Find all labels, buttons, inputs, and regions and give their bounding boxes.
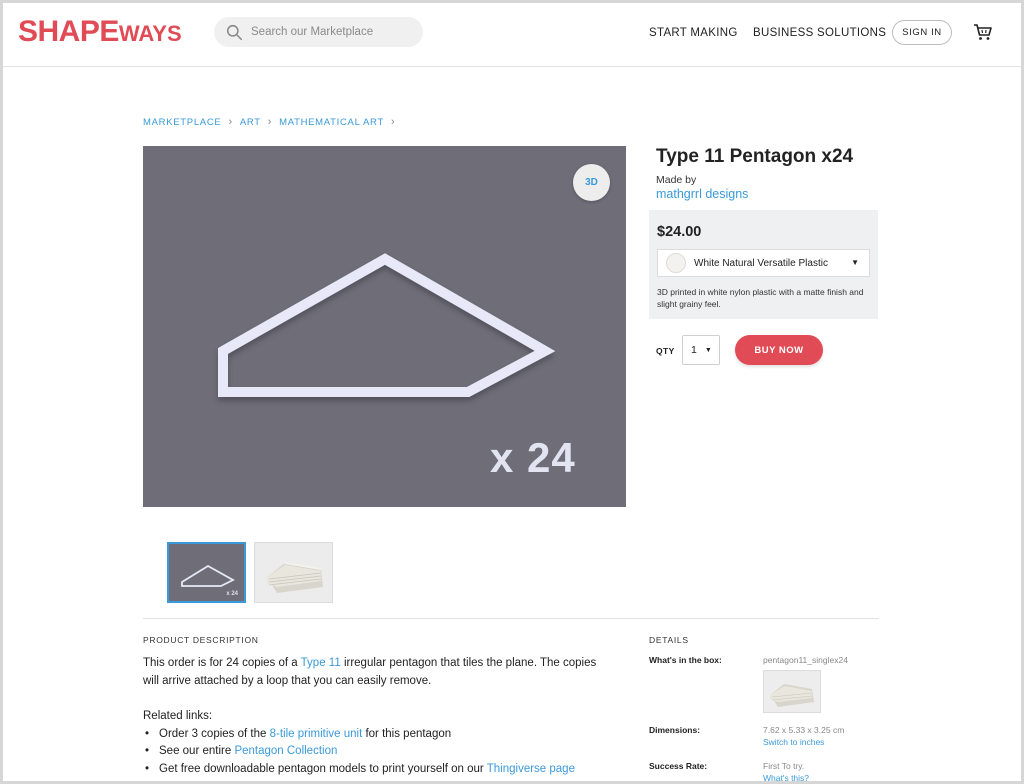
printed-model-photo-icon	[770, 684, 814, 707]
search-input[interactable]	[251, 26, 411, 38]
related-links-list: Order 3 copies of the 8-tile primitive u…	[143, 726, 575, 779]
thumbnail-1-label: x 24	[226, 591, 238, 597]
thingiverse-link[interactable]: Thingiverse page	[487, 763, 575, 775]
cart-icon[interactable]	[973, 22, 993, 42]
quantity-overlay-text: x 24	[490, 434, 576, 481]
related-text: See our entire	[159, 745, 235, 757]
whats-this-link[interactable]: What's this?	[763, 772, 809, 781]
breadcrumb-mathematical-art[interactable]: MATHEMATICAL ART	[279, 117, 384, 128]
main-product-image[interactable]: 3D x 24	[143, 146, 626, 507]
logo-secondary: WAYS	[118, 21, 182, 46]
caret-down-icon: ▼	[851, 258, 859, 267]
sign-in-button[interactable]: SIGN IN	[892, 20, 952, 45]
chevron-right-icon: ›	[267, 116, 273, 128]
qty-value: 1	[691, 344, 697, 356]
related-links: Related links: Order 3 copies of the 8-t…	[143, 708, 575, 778]
printed-model-photo-thumbnail-icon	[255, 543, 332, 602]
related-text: Order 3 copies of the	[159, 727, 270, 740]
thumbnail-1[interactable]: x 24	[167, 542, 246, 603]
breadcrumb: MARKETPLACE › ART › MATHEMATICAL ART ›	[143, 116, 402, 128]
box-contents-label: What's in the box:	[649, 655, 722, 665]
success-rate-value: First To try. What's this?	[763, 760, 809, 781]
product-price: $24.00	[657, 224, 702, 240]
primitive-unit-link[interactable]: 8-tile primitive unit	[270, 728, 363, 740]
breadcrumb-marketplace[interactable]: MARKETPLACE	[143, 117, 221, 128]
material-select[interactable]: White Natural Versatile Plastic ▼	[657, 249, 870, 277]
search-icon	[226, 24, 243, 40]
3d-rotate-icon: 3D	[585, 177, 598, 188]
thumbnail-2[interactable]	[254, 542, 333, 603]
details-heading: DETAILS	[649, 635, 689, 645]
site-header: SHAPEWAYS START MAKING BUSINESS SOLUTION…	[3, 3, 1021, 67]
switch-to-inches-link[interactable]: Switch to inches	[763, 736, 844, 748]
material-swatch-icon	[666, 253, 686, 273]
box-contents-thumbnail[interactable]	[763, 670, 821, 713]
logo-primary: SHAPE	[18, 15, 119, 48]
breadcrumb-art[interactable]: ART	[240, 117, 261, 128]
section-divider	[143, 618, 879, 619]
related-text: Get free downloadable pentagon models to…	[159, 762, 487, 775]
related-links-label: Related links:	[143, 710, 213, 722]
dimensions-label: Dimensions:	[649, 725, 701, 735]
dimensions-text: 7.62 x 5.33 x 3.25 cm	[763, 725, 845, 735]
success-rate-label: Success Rate:	[649, 761, 708, 771]
product-description-text: This order is for 24 copies of a Type 11…	[143, 655, 603, 690]
list-item: Get free downloadable pentagon models to…	[143, 761, 575, 779]
buy-now-button[interactable]: BUY NOW	[735, 335, 823, 365]
dimensions-value: 7.62 x 5.33 x 3.25 cm Switch to inches	[763, 724, 844, 748]
list-item: Order 3 copies of the 8-tile primitive u…	[143, 726, 575, 744]
type-11-link[interactable]: Type 11	[301, 657, 341, 669]
related-text: for this pentagon	[362, 727, 452, 740]
caret-down-icon: ▼	[704, 346, 712, 354]
desc-text-a: This order is for 24 copies of a	[143, 657, 301, 669]
search-bar[interactable]	[214, 17, 423, 47]
product-description-heading: PRODUCT DESCRIPTION	[143, 635, 259, 645]
view-3d-button[interactable]: 3D	[573, 164, 610, 201]
chevron-right-icon: ›	[228, 116, 233, 128]
material-name: White Natural Versatile Plastic	[694, 257, 828, 269]
box-contents-value: pentagon11_singlex24	[763, 655, 848, 665]
price-panel: $24.00 White Natural Versatile Plastic ▼…	[649, 210, 878, 319]
material-description: 3D printed in white nylon plastic with a…	[657, 287, 864, 309]
made-by-label: Made by	[656, 174, 697, 186]
qty-label: QTY	[656, 346, 675, 356]
product-title: Type 11 Pentagon x24	[656, 146, 854, 167]
designer-link[interactable]: mathgrrl designs	[656, 187, 748, 201]
page-frame: SHAPEWAYS START MAKING BUSINESS SOLUTION…	[0, 0, 1024, 784]
chevron-right-icon: ›	[390, 116, 396, 128]
shapeways-logo[interactable]: SHAPE WAYS	[18, 17, 182, 47]
success-rate-text: First To try.	[763, 761, 805, 771]
nav-business-solutions[interactable]: BUSINESS SOLUTIONS	[753, 27, 886, 39]
qty-select[interactable]: 1 ▼	[682, 335, 720, 365]
nav-start-making[interactable]: START MAKING	[649, 27, 738, 39]
pentagon-collection-link[interactable]: Pentagon Collection	[234, 745, 337, 757]
list-item: See our entire Pentagon Collection	[143, 743, 575, 761]
